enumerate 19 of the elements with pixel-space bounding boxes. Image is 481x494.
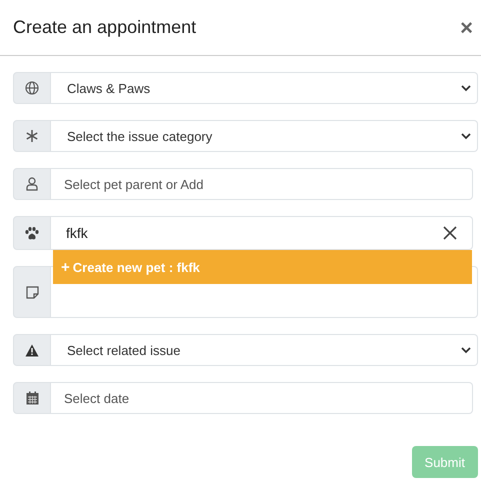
input-field[interactable]: Select pet parent or Add [51, 168, 473, 200]
snowflake-icon [25, 129, 39, 143]
user-icon [26, 177, 38, 191]
warning-icon [25, 344, 39, 356]
close-button[interactable]: × [456, 14, 477, 40]
pet-search-field[interactable]: fkfk [51, 216, 473, 250]
paw-icon [25, 226, 39, 240]
modal-title: Create an appointment [13, 17, 196, 38]
chevron-down-icon [461, 132, 471, 140]
input-field[interactable]: Select date [51, 382, 473, 414]
globe-icon [25, 81, 39, 95]
note-icon [26, 286, 38, 298]
chevron-down-icon [461, 346, 471, 354]
chevron-down-icon [461, 84, 471, 92]
select-field[interactable]: Claws & Paws [51, 72, 478, 104]
clear-icon[interactable] [443, 226, 457, 240]
select-field[interactable]: Select the issue category [51, 120, 478, 152]
calendar-icon [26, 391, 38, 405]
select-field[interactable]: Select related issue [51, 334, 478, 366]
